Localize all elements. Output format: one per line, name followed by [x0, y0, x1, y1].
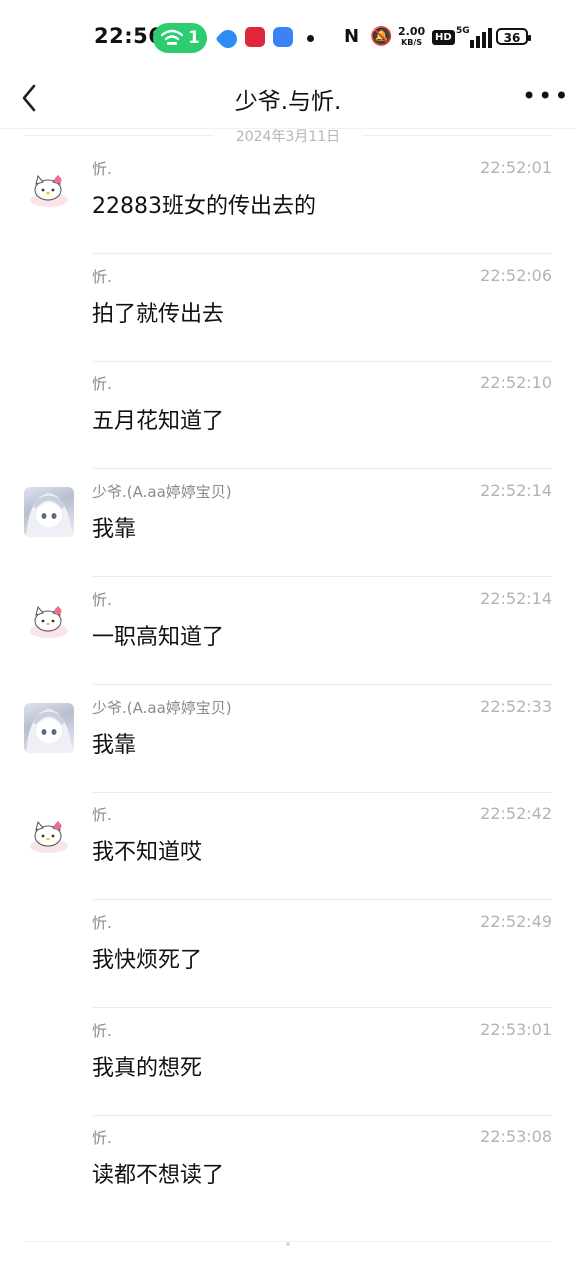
message-item[interactable]: 忻. 22:52:10 五月花知道了 — [0, 361, 576, 469]
date-label: 2024年3月11日 — [235, 129, 341, 145]
date-separator: 2024年3月11日 — [0, 124, 576, 146]
sender-name: 忻. — [92, 375, 112, 393]
message-text: 读都不想读了 — [92, 1163, 225, 1188]
message-text: 我靠 — [92, 517, 137, 542]
message-item[interactable]: 忻. 22:52:01 22883班女的传出去的 — [0, 146, 576, 254]
cell-signal-icon: 5G — [456, 26, 492, 48]
message-timestamp: 22:52:49 — [480, 912, 552, 931]
nfc-icon: N — [344, 26, 360, 47]
network-speed: 2.00 KB/S — [398, 26, 425, 48]
message-item[interactable]: 少爷.(A.aa婷婷宝贝) 22:52:14 我靠 — [0, 469, 576, 577]
message-text: 五月花知道了 — [92, 409, 225, 434]
net-speed-unit: KB/S — [401, 38, 423, 47]
app-notification-icon — [273, 27, 293, 47]
anime-girl-avatar[interactable] — [24, 487, 74, 537]
chat-title: 少爷.与忻. — [234, 89, 342, 115]
message-item[interactable]: 忻. 22:53:01 我真的想死 — [0, 1008, 576, 1116]
message-timestamp: 22:52:10 — [480, 373, 552, 392]
message-text: 22883班女的传出去的 — [92, 194, 316, 219]
battery-level: 36 — [503, 31, 521, 45]
chat-header: 少爷.与忻. ••• — [0, 72, 576, 129]
sender-name: 忻. — [92, 1022, 112, 1040]
message-timestamp: 22:52:14 — [480, 481, 552, 500]
app-notification-icon — [245, 27, 265, 47]
wifi-count: 1 — [188, 28, 200, 48]
message-text: 拍了就传出去 — [92, 302, 225, 327]
scroll-indicator-dot — [286, 1242, 290, 1246]
message-text: 我快烦死了 — [92, 948, 203, 973]
hello-kitty-avatar[interactable] — [24, 164, 74, 214]
message-timestamp: 22:52:01 — [480, 158, 552, 177]
message-timestamp: 22:52:06 — [480, 266, 552, 285]
net-speed-value: 2.00 — [398, 25, 426, 38]
wifi-icon — [161, 29, 183, 45]
more-options-button[interactable]: ••• — [522, 82, 568, 112]
sender-name: 忻. — [92, 914, 112, 932]
message-item[interactable]: 忻. 22:52:06 拍了就传出去 — [0, 254, 576, 362]
more-notifications-dot-icon — [307, 35, 314, 42]
battery-icon: 36 — [496, 28, 531, 45]
message-item[interactable]: 忻. 22:53:08 读都不想读了 — [0, 1115, 576, 1223]
mute-bell-icon: 🔕 — [370, 26, 393, 47]
message-text: 我不知道哎 — [92, 840, 203, 865]
status-bar: 22:56 1 N 🔕 2.00 KB/S HD 5G 36 — [0, 0, 576, 72]
message-item[interactable]: 少爷.(A.aa婷婷宝贝) 22:52:33 我靠 — [0, 685, 576, 793]
message-timestamp: 22:52:33 — [480, 697, 552, 716]
sender-name: 少爷.(A.aa婷婷宝贝) — [92, 483, 232, 501]
sender-name: 忻. — [92, 591, 112, 609]
hello-kitty-avatar[interactable] — [24, 810, 74, 860]
message-timestamp: 22:52:42 — [480, 804, 552, 823]
network-type: 5G — [456, 26, 470, 36]
message-text: 我真的想死 — [92, 1056, 203, 1081]
more-dots-icon: ••• — [522, 82, 571, 110]
message-item[interactable]: 忻. 22:52:14 一职高知道了 — [0, 577, 576, 685]
message-text: 我靠 — [92, 733, 137, 758]
sender-name: 少爷.(A.aa婷婷宝贝) — [92, 699, 232, 717]
wifi-hotspot-indicator: 1 — [153, 23, 207, 53]
message-text: 一职高知道了 — [92, 625, 225, 650]
anime-girl-avatar[interactable] — [24, 703, 74, 753]
message-timestamp: 22:52:14 — [480, 589, 552, 608]
sender-name: 忻. — [92, 1129, 112, 1147]
message-timestamp: 22:53:01 — [480, 1020, 552, 1039]
app-notification-icon — [215, 26, 241, 52]
sender-name: 忻. — [92, 268, 112, 286]
sender-name: 忻. — [92, 160, 112, 178]
hello-kitty-avatar[interactable] — [24, 595, 74, 645]
sender-name: 忻. — [92, 806, 112, 824]
hd-badge: HD — [432, 30, 455, 45]
message-item[interactable]: 忻. 22:52:49 我快烦死了 — [0, 900, 576, 1008]
message-timestamp: 22:53:08 — [480, 1127, 552, 1146]
message-item[interactable]: 忻. 22:52:42 我不知道哎 — [0, 792, 576, 900]
